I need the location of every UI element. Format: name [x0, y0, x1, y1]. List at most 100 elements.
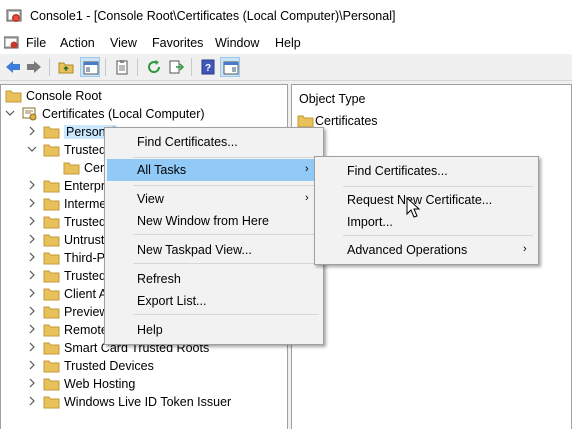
tree-node-label: Preview: [64, 305, 109, 319]
folder-icon: [43, 216, 60, 229]
expand-arrow-icon[interactable]: [27, 270, 37, 280]
menu-file[interactable]: File: [26, 36, 46, 50]
tree-node-label: Trusted Devices: [64, 359, 154, 373]
folder-icon: [43, 252, 60, 265]
expand-arrow-icon[interactable]: [27, 306, 37, 316]
tree-node-item[interactable]: Web Hosting: [1, 375, 287, 393]
submenu-arrow-icon: ›: [305, 192, 309, 204]
folder-icon: [43, 360, 60, 373]
folder-icon: [43, 234, 60, 247]
show-hide-tree-button[interactable]: [80, 57, 100, 77]
tree-node-label: Cer: [84, 161, 105, 175]
folder-icon: [43, 180, 60, 193]
menu-item-view[interactable]: View ›: [107, 188, 321, 210]
submenu-arrow-icon: ›: [305, 163, 309, 175]
result-row-certificates[interactable]: Certificates: [296, 112, 496, 130]
up-one-level-button[interactable]: [56, 57, 76, 77]
export-list-icon: [169, 60, 184, 74]
folder-icon: [43, 288, 60, 301]
tree-node-label: Third-P: [64, 251, 105, 265]
menu-window[interactable]: Window: [215, 36, 259, 50]
refresh-icon: [148, 60, 161, 74]
certificates-snapin-icon: [22, 107, 37, 121]
collapse-arrow-icon[interactable]: [27, 144, 37, 154]
export-list-button[interactable]: [166, 57, 186, 77]
collapse-arrow-icon[interactable]: [5, 108, 15, 118]
folder-icon: [43, 342, 60, 355]
folder-icon: [43, 324, 60, 337]
window-title: Console1 - [Console Root\Certificates (L…: [30, 9, 396, 23]
tree-node-label: Web Hosting: [64, 377, 136, 391]
mmc-app-icon: [6, 9, 22, 22]
help-book-icon: ?: [201, 59, 215, 75]
console-menu-icon[interactable]: [4, 35, 20, 51]
tree-node-item[interactable]: Trusted Devices: [1, 357, 287, 375]
menu-item-help[interactable]: Help: [107, 319, 321, 341]
expand-arrow-icon[interactable]: [27, 288, 37, 298]
submenu-item-request-new-certificate[interactable]: Request New Certificate...: [317, 189, 536, 211]
tree-node-label: Untrust: [64, 233, 105, 247]
expand-arrow-icon[interactable]: [27, 216, 37, 226]
tree-node-item[interactable]: Windows Live ID Token Issuer: [1, 393, 287, 411]
tree-node-label: Enterpr: [64, 179, 105, 193]
expand-arrow-icon[interactable]: [27, 378, 37, 388]
tree-node-label: Certificates (Local Computer): [42, 107, 205, 121]
tree-node-label: Client A: [64, 287, 108, 301]
tree-node-label: Console Root: [26, 89, 102, 103]
submenu-arrow-icon: ›: [523, 243, 527, 255]
expand-arrow-icon[interactable]: [27, 342, 37, 352]
expand-arrow-icon[interactable]: [27, 126, 37, 136]
tree-node-certificates-local-computer[interactable]: Certificates (Local Computer): [1, 105, 287, 123]
folder-icon: [43, 306, 60, 319]
expand-arrow-icon[interactable]: [27, 198, 37, 208]
clipboard-icon: [116, 60, 128, 75]
expand-arrow-icon[interactable]: [27, 396, 37, 406]
console-tree-icon: [83, 61, 99, 75]
submenu-item-advanced-operations[interactable]: Advanced Operations ›: [317, 239, 536, 261]
properties-button[interactable]: [112, 57, 132, 77]
tree-node-label: Remote: [64, 323, 108, 337]
menu-view[interactable]: View: [110, 36, 137, 50]
context-menu: Find Certificates... All Tasks › View › Ne…: [104, 127, 324, 345]
expand-arrow-icon[interactable]: [27, 234, 37, 244]
tree-node-label: Windows Live ID Token Issuer: [64, 395, 232, 409]
menu-bar: File Action View Favorites Window Help: [0, 32, 572, 54]
folder-icon: [63, 162, 80, 175]
mouse-cursor-icon: [406, 197, 421, 218]
submenu-item-import[interactable]: Import...: [317, 211, 536, 233]
submenu-item-find-certificates[interactable]: Find Certificates...: [317, 160, 536, 182]
refresh-button[interactable]: [144, 57, 164, 77]
menu-item-refresh[interactable]: Refresh: [107, 268, 321, 290]
menu-item-new-taskpad-view[interactable]: New Taskpad View...: [107, 239, 321, 261]
folder-icon: [43, 126, 60, 139]
tree-node-label: Trusted: [64, 215, 106, 229]
folder-icon: [297, 115, 314, 128]
show-hide-action-pane-button[interactable]: [220, 57, 240, 77]
help-button[interactable]: ?: [198, 57, 218, 77]
folder-icon: [43, 198, 60, 211]
svg-text:?: ?: [205, 63, 211, 74]
expand-arrow-icon[interactable]: [27, 180, 37, 190]
folder-icon: [43, 144, 60, 157]
menu-item-export-list[interactable]: Export List...: [107, 290, 321, 312]
menu-item-find-certificates[interactable]: Find Certificates...: [107, 131, 321, 153]
forward-button[interactable]: [24, 57, 44, 77]
menu-item-new-window-from-here[interactable]: New Window from Here: [107, 210, 321, 232]
folder-icon: [5, 90, 22, 103]
menu-favorites[interactable]: Favorites: [152, 36, 203, 50]
back-button[interactable]: [3, 57, 23, 77]
tree-node-console-root[interactable]: Console Root: [1, 87, 287, 105]
folder-icon: [43, 396, 60, 409]
expand-arrow-icon[interactable]: [27, 324, 37, 334]
tree-node-label: Trusted: [64, 269, 106, 283]
tree-node-label: Trusted: [64, 143, 106, 157]
expand-arrow-icon[interactable]: [27, 252, 37, 262]
menu-item-all-tasks[interactable]: All Tasks ›: [107, 159, 321, 181]
expand-arrow-icon[interactable]: [27, 360, 37, 370]
menu-action[interactable]: Action: [60, 36, 95, 50]
column-header-object-type[interactable]: Object Type: [299, 92, 365, 106]
action-pane-icon: [223, 61, 239, 75]
title-bar: Console1 - [Console Root\Certificates (L…: [0, 0, 572, 32]
menu-help[interactable]: Help: [275, 36, 301, 50]
tree-node-label: Interme: [64, 197, 107, 211]
